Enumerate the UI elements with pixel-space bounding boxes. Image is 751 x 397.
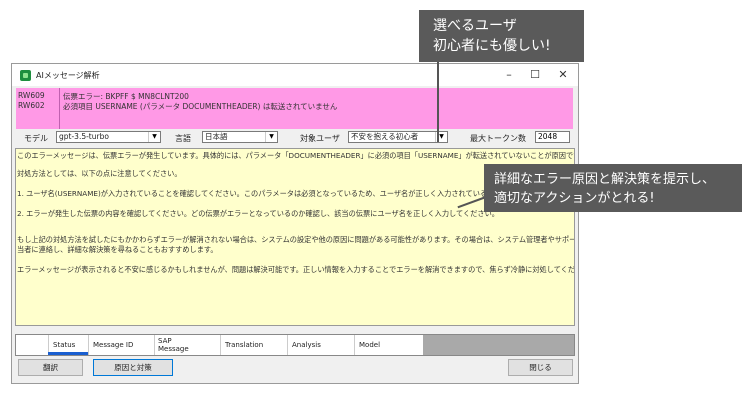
max-tokens-input[interactable]: 2048 xyxy=(535,131,570,143)
selected-row-indicator xyxy=(48,352,88,355)
callout-line: 初心者にも優しい! xyxy=(433,38,551,54)
result-line: 当者に連絡し、詳細な解決策を尋ねることもおすすめします。 xyxy=(17,245,218,254)
chevron-down-icon: ▼ xyxy=(265,132,277,142)
result-line: 2. エラーが発生した伝票の内容を確認してください。どの伝票がエラーとなっている… xyxy=(17,209,499,218)
callout-detailed-analysis: 詳細なエラー原因と解決策を提示し、 適切なアクションがとれる! xyxy=(484,164,742,212)
window-title: AIメッセージ解析 xyxy=(36,71,100,80)
result-line: このエラーメッセージは、伝票エラーが発生しています。具体的には、パラメータ「DO… xyxy=(17,151,575,160)
column-separator xyxy=(88,335,89,355)
model-label: モデル xyxy=(24,134,48,143)
column-separator xyxy=(220,335,221,355)
result-line: エラーメッセージが表示されると不安に感じるかもしれませんが、問題は解決可能です。… xyxy=(17,265,575,274)
language-label: 言語 xyxy=(175,134,191,143)
close-button[interactable]: 閉じる xyxy=(508,359,573,376)
divider xyxy=(59,88,60,129)
grid-header: Status Message ID SAP Message Translatio… xyxy=(16,335,423,355)
message-grid: Status Message ID SAP Message Translatio… xyxy=(15,334,575,356)
result-line: 1. ユーザ名(USERNAME)が入力されていることを確認してください。このパ… xyxy=(17,189,502,198)
column-header-sap-message[interactable]: SAP Message xyxy=(158,337,189,353)
column-header-status[interactable]: Status xyxy=(53,341,75,349)
callout-pointer xyxy=(437,60,439,142)
minimize-button[interactable]: – xyxy=(496,67,522,83)
result-line: 対処方法としては、以下の点に注意してください。 xyxy=(17,169,182,178)
app-icon xyxy=(20,70,31,81)
max-tokens-label: 最大トークン数 xyxy=(470,134,526,143)
model-value: gpt-3.5-turbo xyxy=(59,132,109,141)
sap-message-area: RW609 伝票エラー: BKPFF $ MN8CLNT200 RW602 必須… xyxy=(16,88,573,129)
callout-line: 詳細なエラー原因と解決策を提示し、 xyxy=(494,172,716,187)
column-separator xyxy=(287,335,288,355)
column-header-analysis[interactable]: Analysis xyxy=(292,341,321,349)
result-line: もし上記の対処方法を試したにもかかわらずエラーが解消されない場合は、システムの設… xyxy=(17,235,575,244)
target-user-value: 不安を抱える初心者 xyxy=(351,132,419,141)
message-text: 必須項目 USERNAME (パラメータ DOCUMENTHEADER) は転送… xyxy=(63,102,338,111)
ai-message-analysis-window: AIメッセージ解析 – ☐ ✕ RW609 伝票エラー: BKPFF $ MN8… xyxy=(11,63,579,384)
language-value: 日本語 xyxy=(205,132,228,141)
chevron-down-icon: ▼ xyxy=(148,132,160,142)
column-header-translation[interactable]: Translation xyxy=(225,341,263,349)
target-user-select[interactable]: 不安を抱える初心者 ▼ xyxy=(348,131,448,143)
target-user-label: 対象ユーザ xyxy=(300,134,340,143)
callout-line: 選べるユーザ xyxy=(433,18,517,34)
callout-line: 適切なアクションがとれる! xyxy=(494,191,655,206)
cause-and-countermeasure-button[interactable]: 原因と対策 xyxy=(93,359,173,376)
translate-button[interactable]: 翻訳 xyxy=(18,359,83,376)
maximize-button[interactable]: ☐ xyxy=(522,67,548,83)
column-separator xyxy=(354,335,355,355)
model-select[interactable]: gpt-3.5-turbo ▼ xyxy=(56,131,161,143)
message-code: RW609 xyxy=(18,91,45,100)
close-window-button[interactable]: ✕ xyxy=(550,67,576,83)
column-header-message-id[interactable]: Message ID xyxy=(93,341,133,349)
message-code: RW602 xyxy=(18,101,45,110)
language-select[interactable]: 日本語 ▼ xyxy=(202,131,278,143)
title-bar: AIメッセージ解析 – ☐ ✕ xyxy=(12,64,578,86)
column-separator xyxy=(154,335,155,355)
callout-user-selection: 選べるユーザ 初心者にも優しい! xyxy=(419,10,584,62)
column-header-model[interactable]: Model xyxy=(359,341,380,349)
